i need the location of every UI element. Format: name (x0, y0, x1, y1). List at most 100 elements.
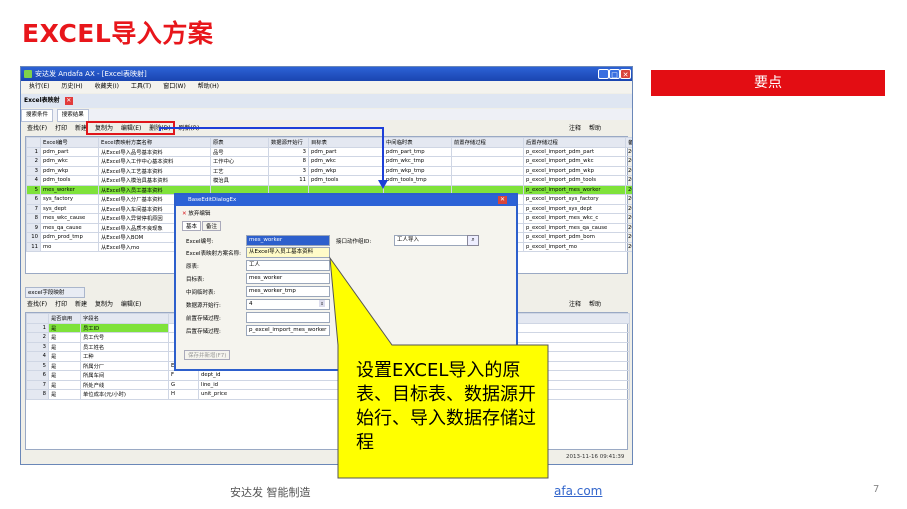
table-cell-code[interactable]: pdm_prod_tmp (40, 232, 99, 243)
field-cell-en[interactable]: 是 (48, 370, 81, 381)
table-cell-code[interactable]: pdm_wkp (40, 165, 99, 176)
table-cell-target[interactable]: pdm_wkp (308, 165, 384, 176)
table-cell-post[interactable]: p_excel_import_pdm_part (523, 146, 626, 157)
table-cell-rem[interactable]: 20 (625, 156, 632, 167)
row-number[interactable]: 4 (26, 351, 49, 362)
table-cell-code[interactable]: sys_factory (40, 194, 99, 205)
tab-search-results[interactable]: 搜索结果 (56, 109, 89, 122)
table-cell-name[interactable]: 从Excel导入模治具基本资料 (98, 175, 211, 186)
field-target[interactable]: mes_worker (246, 273, 330, 284)
print-button[interactable]: 打印 (55, 125, 67, 132)
table-cell-post[interactable]: p_excel_import_mes_qa_cause (523, 222, 626, 233)
table-cell-code[interactable]: mo (40, 241, 99, 252)
field-cell-field[interactable]: 员工代号 (80, 332, 169, 343)
row-number[interactable]: 5 (26, 184, 41, 195)
table-cell-code[interactable]: mes_wkc_cause (40, 213, 99, 224)
table-cell-rem[interactable]: 20 (625, 175, 632, 186)
field-cell-en[interactable]: 是 (48, 389, 81, 400)
lower-help-button[interactable]: 帮助 (589, 301, 601, 308)
menu-window[interactable]: 窗口(W) (163, 83, 186, 90)
lower-find-button[interactable]: 查找(F) (27, 301, 47, 308)
table-row[interactable]: 4 pdm_tools 从Excel导入模治具基本资料 模治具 11 pdm_tools p… (26, 175, 632, 186)
table-cell-rem[interactable]: 20 (625, 184, 632, 195)
table-row[interactable]: 1 pdm_part 从Excel导入品号基本资料 品号 3 pdm_part pdm_pa… (26, 146, 632, 157)
table-cell-tmp[interactable]: pdm_wkp_tmp (383, 165, 452, 176)
field-start[interactable]: 4 (246, 299, 330, 310)
table-cell-start[interactable]: 8 (268, 156, 309, 167)
table-cell-code[interactable]: pdm_tools (40, 175, 99, 186)
table-cell-pre[interactable] (451, 175, 524, 186)
row-number[interactable]: 10 (26, 232, 41, 243)
field-cell-en[interactable]: 是 (48, 379, 81, 390)
list-item[interactable]: 8 是单位成本(元/小时) Hunit_price (26, 389, 630, 400)
table-cell-rem[interactable]: 20 (625, 146, 632, 157)
row-number[interactable]: 8 (26, 213, 41, 224)
lookup-icon[interactable]: ⌕ (467, 235, 479, 246)
table-cell-src[interactable]: 模治具 (210, 175, 269, 186)
table-row[interactable]: 3 pdm_wkp 从Excel导入工艺基本资料 工艺 3 pdm_wkp pdm_wkp_… (26, 165, 632, 176)
lower-copy-as-button[interactable]: 复制为 (95, 301, 113, 308)
field-cell-field[interactable]: 单位成本(元/小时) (80, 389, 169, 400)
field-cell-field[interactable]: 所属分厂 (80, 360, 169, 371)
field-cell-en[interactable]: 是 (48, 360, 81, 371)
row-number[interactable]: 11 (26, 241, 41, 252)
table-cell-tmp[interactable]: pdm_part_tmp (383, 146, 452, 157)
table-cell-name[interactable]: 从Excel导入工艺基本资料 (98, 165, 211, 176)
table-cell-post[interactable]: p_excel_import_mes_worker (523, 184, 626, 195)
row-number[interactable]: 3 (26, 165, 41, 176)
table-cell-tmp[interactable]: pdm_wkc_tmp (383, 156, 452, 167)
field-code[interactable]: mes_worker (246, 235, 330, 246)
minimize-button[interactable]: _ (598, 69, 609, 79)
table-cell-post[interactable]: p_excel_import_mo (523, 241, 626, 252)
field-cell-col[interactable]: G (168, 379, 199, 390)
table-cell-pre[interactable] (451, 146, 524, 157)
col-header-tmp[interactable]: 中间临时表 (383, 137, 452, 148)
table-cell-start[interactable]: 3 (268, 165, 309, 176)
field-cell-field[interactable]: 所处产线 (80, 379, 169, 390)
table-cell-code[interactable]: pdm_part (40, 146, 99, 157)
col-header-code[interactable]: Excel编号 (40, 137, 99, 148)
col-header-name[interactable]: Excel表映射方案名称 (98, 137, 211, 148)
field-pre[interactable] (246, 312, 330, 323)
table-cell-rem[interactable]: 20 (625, 241, 632, 252)
doc-tab-excel-mapping[interactable]: Excel表映射 (24, 97, 60, 104)
col-header-pre[interactable]: 前置存储过程 (451, 137, 524, 148)
dialog-tab-remark[interactable]: 备注 (202, 221, 222, 231)
row-number[interactable]: 1 (26, 322, 49, 333)
table-cell-rem[interactable]: 20 (625, 203, 632, 214)
table-cell-code[interactable]: mes_qa_cause (40, 222, 99, 233)
table-cell-code[interactable]: mes_worker (40, 184, 99, 195)
start-stepper-icon[interactable]: ⇕ (319, 300, 325, 307)
table-cell-post[interactable]: p_excel_import_pdm_wkp (523, 165, 626, 176)
find-button[interactable]: 查找(F) (27, 125, 47, 132)
lower-comment-button[interactable]: 注释 (569, 301, 581, 308)
field-cell-field[interactable]: 员工ID (80, 322, 169, 333)
menu-help[interactable]: 帮助(H) (198, 83, 219, 90)
row-number[interactable]: 2 (26, 156, 41, 167)
table-cell-pre[interactable] (451, 165, 524, 176)
refresh-button[interactable]: 刷新(R) (179, 125, 200, 132)
lower-edit-button[interactable]: 编辑(E) (121, 301, 141, 308)
table-cell-name[interactable]: 从Excel导入工作中心基本资料 (98, 156, 211, 167)
maximize-button[interactable]: □ (609, 69, 620, 79)
table-cell-post[interactable]: p_excel_import_pdm_tools (523, 175, 626, 186)
field-tmp[interactable]: mes_worker_tmp (246, 286, 330, 297)
row-number[interactable]: 6 (26, 370, 49, 381)
row-number[interactable]: 6 (26, 194, 41, 205)
menu-favorites[interactable]: 收藏夹(I) (95, 83, 119, 90)
table-cell-start[interactable]: 3 (268, 146, 309, 157)
col-header-start[interactable]: 数据源开始行 (268, 137, 309, 148)
col-header-post[interactable]: 后置存储过程 (523, 137, 626, 148)
menu-tools[interactable]: 工具(T) (131, 83, 151, 90)
close-tab-icon[interactable]: ✕ (64, 96, 73, 105)
dialog-tab-basic[interactable]: 基本 (182, 221, 202, 231)
save-new-button[interactable]: 保存并新增(F7) (184, 350, 231, 360)
dialog-close-icon[interactable]: ✕ (498, 196, 507, 204)
field-name[interactable]: 从Excel导入员工基本资料 (246, 247, 330, 258)
lower-print-button[interactable]: 打印 (55, 301, 67, 308)
table-cell-post[interactable]: p_excel_import_pdm_wkc (523, 156, 626, 167)
table-cell-rem[interactable]: 20 (625, 165, 632, 176)
list-item[interactable]: 6 是所属车间 Fdept_id (26, 370, 630, 381)
close-button[interactable]: ✕ (620, 69, 631, 79)
table-cell-post[interactable]: p_excel_import_mes_wkc_c (523, 213, 626, 224)
